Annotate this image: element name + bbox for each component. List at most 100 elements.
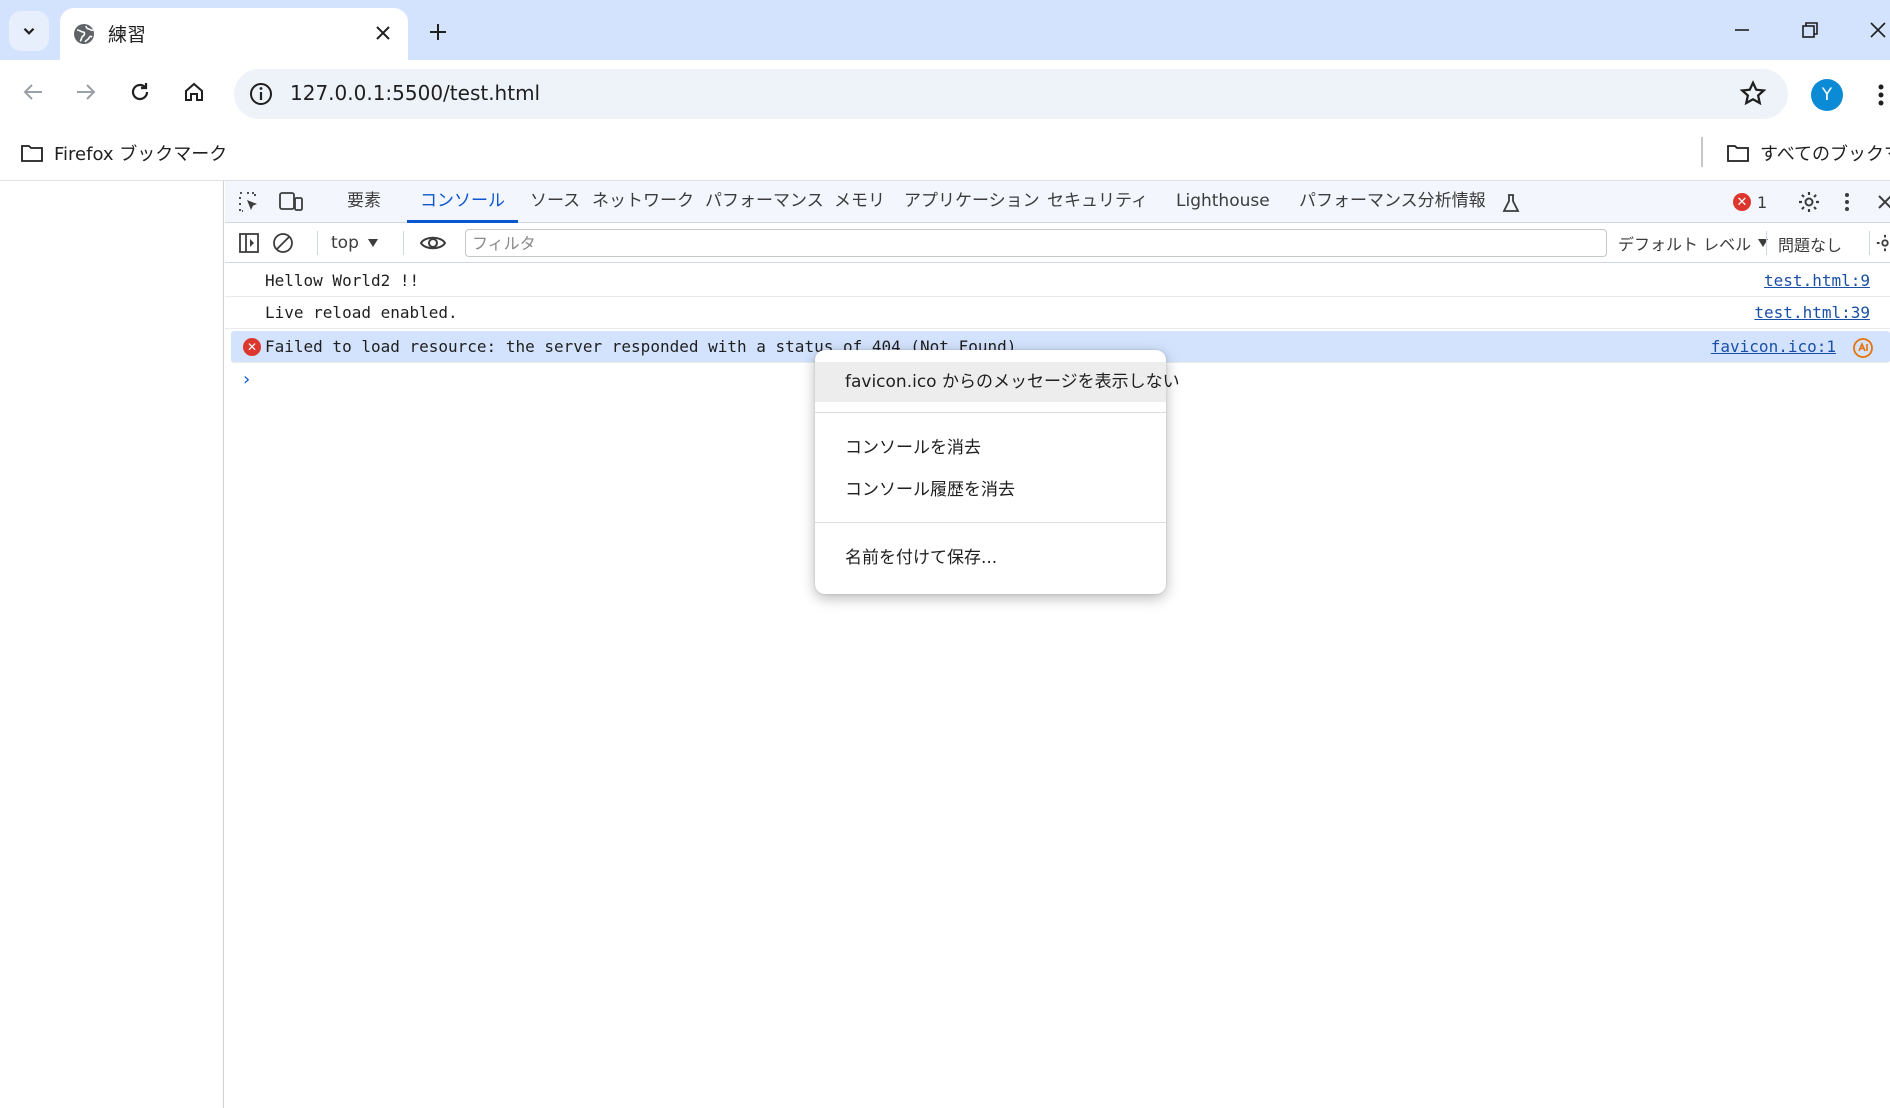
error-icon: ✕ [243,338,261,356]
ai-insight-icon[interactable] [1852,337,1874,359]
home-icon [185,82,203,101]
url-text[interactable]: 127.0.0.1:5500/test.html [290,81,540,105]
tab-application[interactable]: アプリケーション [904,181,1040,223]
tab-close-button[interactable] [370,20,396,46]
menu-item-clear-console-history[interactable]: コンソール履歴を消去 [815,470,1166,510]
console-settings-button[interactable] [1875,230,1890,256]
close-window-button[interactable] [1860,14,1890,46]
log-level-selector[interactable]: デフォルト レベル [1618,231,1769,255]
toolbar-divider [1766,231,1767,255]
tab-strip: 練習 [0,0,1890,60]
new-tab-button[interactable] [420,14,456,50]
browser-toolbar: 127.0.0.1:5500/test.html Y [0,60,1890,127]
error-icon: ✕ [1733,193,1751,211]
globe-icon [74,24,94,44]
bookmarks-bar: Firefox ブックマーク すべてのブックマーク [0,127,1890,181]
back-button[interactable] [13,72,53,112]
console-message[interactable]: Live reload enabled. test.html:39 [225,297,1890,329]
menu-separator [815,522,1166,523]
clear-console-button[interactable] [269,230,297,256]
folder-icon [21,145,43,162]
filter-input[interactable] [466,230,1606,256]
sidebar-icon [239,233,259,253]
bookmark-folder-all[interactable]: すべてのブックマーク [1726,139,1890,167]
reload-button[interactable] [120,72,160,112]
tab-security[interactable]: セキュリティ [1047,181,1148,223]
tab-performance[interactable]: パフォーマンス [705,181,824,223]
tab-lighthouse[interactable]: Lighthouse [1176,181,1270,223]
toolbar-divider [403,231,404,255]
context-menu: favicon.ico からのメッセージを表示しない コンソールを消去 コンソー… [815,350,1180,594]
close-icon [376,26,390,40]
inspect-element-button[interactable] [235,189,263,215]
devtools-menu-button[interactable] [1833,189,1861,215]
menu-separator [815,412,1166,413]
caret-down-icon [367,239,378,247]
device-icon [279,192,303,211]
close-icon [1870,22,1886,38]
arrow-left-icon [23,84,42,100]
tab-console[interactable]: コンソール [407,181,518,223]
minimize-button[interactable] [1724,14,1760,46]
folder-icon [1727,145,1749,162]
plus-icon [430,24,446,40]
console-source-link[interactable]: test.html:9 [1764,271,1870,290]
menu-item-hide-messages-from-favicon[interactable]: favicon.ico からのメッセージを表示しない [815,362,1180,402]
bookmark-separator [1701,137,1703,167]
error-count-badge[interactable]: ✕ 1 [1733,190,1767,214]
console-source-link[interactable]: test.html:39 [1754,303,1870,322]
arrow-right-icon [77,84,96,100]
caret-down-icon [1758,239,1769,247]
console-prompt-chevron-icon[interactable]: › [243,369,250,390]
devtools-tabbar: 要素 コンソール ソース ネットワーク パフォーマンス メモリ アプリケーション… [225,181,1890,223]
close-devtools-button[interactable] [1871,189,1890,215]
more-vert-icon [1845,193,1849,211]
bookmark-label: Firefox ブックマーク [54,144,228,165]
bookmark-folder-firefox[interactable]: Firefox ブックマーク [20,139,227,167]
tab-elements[interactable]: 要素 [347,181,381,223]
device-toolbar-button[interactable] [277,189,305,215]
gear-icon [1799,192,1819,212]
toolbar-divider [317,231,318,255]
profile-avatar[interactable]: Y [1811,79,1843,111]
inspect-icon [239,192,257,212]
show-sidebar-button[interactable] [235,230,263,256]
close-icon [1878,195,1890,209]
error-count: 1 [1757,192,1768,212]
gear-icon [1876,234,1889,252]
settings-button[interactable] [1795,189,1823,215]
block-icon [273,233,293,253]
issues-button[interactable]: 問題なし [1778,232,1842,256]
console-toolbar: top デフォルト レベル 問題なし [225,223,1890,263]
log-level-label: デフォルト レベル [1618,235,1752,254]
more-vert-icon[interactable] [1872,78,1890,112]
toolbar-divider [1869,231,1870,255]
address-bar[interactable]: 127.0.0.1:5500/test.html [234,69,1788,119]
tab-memory[interactable]: メモリ [834,181,885,223]
forward-button[interactable] [66,72,106,112]
tab-performance-insights[interactable]: パフォーマンス分析情報 [1299,181,1486,223]
restore-icon [1802,22,1818,38]
console-source-link[interactable]: favicon.ico:1 [1711,337,1836,356]
console-message-text: Live reload enabled. [265,303,458,322]
star-icon[interactable] [1738,79,1768,109]
filter-field[interactable] [465,229,1607,257]
tab-sources[interactable]: ソース [530,181,580,223]
restore-button[interactable] [1792,14,1828,46]
eye-icon [419,236,447,250]
info-icon[interactable] [248,81,274,107]
reload-icon [131,83,149,101]
context-selector[interactable]: top [331,231,379,255]
live-expression-button[interactable] [417,230,449,256]
tab-title: 練習 [108,24,147,46]
console-message[interactable]: Hellow World2 !! test.html:9 [225,265,1890,297]
page-viewport[interactable] [0,181,224,1108]
menu-item-save-as[interactable]: 名前を付けて保存... [815,538,1166,578]
home-button[interactable] [174,72,214,112]
browser-tab[interactable]: 練習 [60,8,408,60]
menu-item-clear-console[interactable]: コンソールを消去 [815,428,1166,468]
tab-search-button[interactable] [9,11,49,51]
context-label: top [331,233,359,253]
tab-network[interactable]: ネットワーク [592,181,694,223]
devtools-panel: 要素 コンソール ソース ネットワーク パフォーマンス メモリ アプリケーション… [225,181,1890,1108]
